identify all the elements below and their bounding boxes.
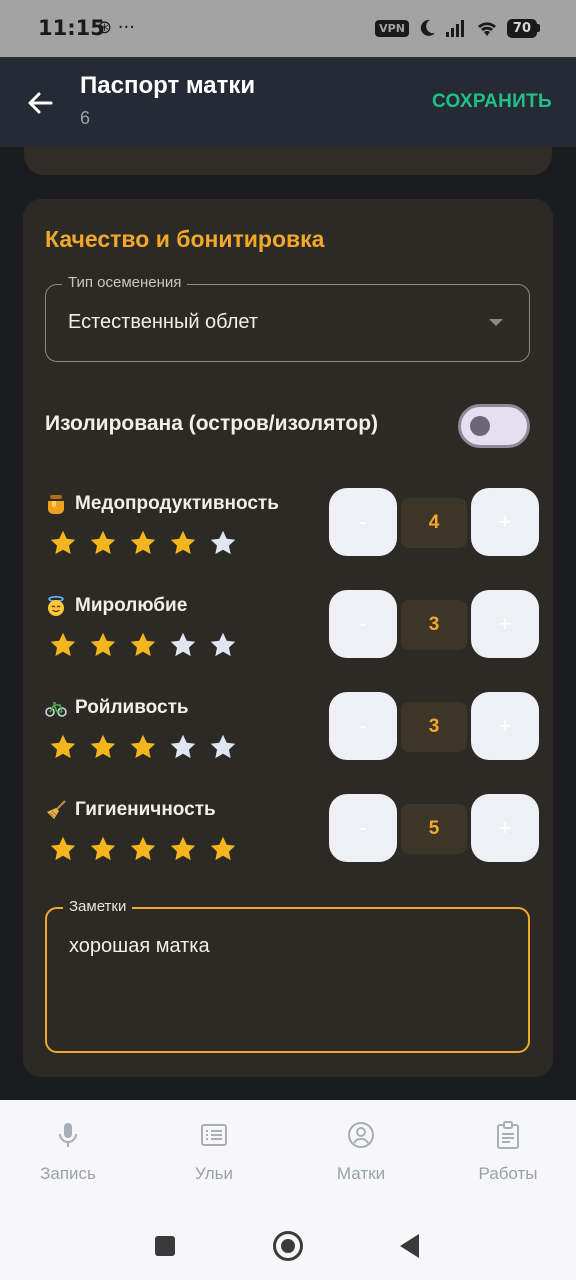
nav-label: Матки: [336, 1164, 386, 1183]
star-filled-icon[interactable]: [89, 631, 117, 659]
notification-icons: ⊛ ···: [97, 17, 135, 38]
trait-row: Медопродуктивность - 4 +: [45, 488, 541, 573]
increment-button[interactable]: +: [471, 692, 539, 760]
card-title: Качество и бонитировка: [45, 226, 325, 252]
star-filled-icon[interactable]: [129, 529, 157, 557]
isolated-switch[interactable]: [458, 404, 530, 448]
moon-icon: [420, 19, 435, 36]
nav-item-works[interactable]: Работы: [448, 1120, 568, 1184]
decrement-button[interactable]: -: [329, 590, 397, 658]
star-rating[interactable]: [49, 835, 237, 863]
save-button[interactable]: СОХРАНИТЬ: [432, 91, 552, 113]
trait-name: Гигиеничность: [75, 799, 216, 820]
increment-button[interactable]: +: [471, 488, 539, 556]
star-filled-icon[interactable]: [89, 529, 117, 557]
star-empty-icon[interactable]: [169, 631, 197, 659]
home-button[interactable]: [273, 1231, 303, 1261]
insemination-select[interactable]: Тип осеменения Естественный облет: [45, 274, 530, 362]
page-title: Паспорт матки: [80, 72, 256, 99]
battery-icon: 70: [506, 18, 540, 38]
content-scroll[interactable]: Качество и бонитировка Тип осеменения Ес…: [0, 147, 576, 1100]
decrement-button[interactable]: -: [329, 488, 397, 556]
star-filled-icon[interactable]: [49, 631, 77, 659]
star-filled-icon[interactable]: [89, 733, 117, 761]
signal-icon: [445, 20, 464, 37]
angel-face-icon: [45, 595, 67, 617]
increment-button[interactable]: +: [471, 794, 539, 862]
insemination-label: Тип осеменения: [62, 274, 188, 291]
arrow-back-icon: [28, 92, 53, 114]
honey-pot-icon: [45, 493, 67, 515]
isolated-row: Изолирована (остров/изолятор): [45, 404, 530, 448]
trait-name: Медопродуктивность: [75, 493, 279, 514]
star-empty-icon[interactable]: [209, 529, 237, 557]
star-filled-icon[interactable]: [169, 835, 197, 863]
dropdown-arrow-icon: [489, 319, 503, 326]
microphone-icon: [59, 1123, 77, 1147]
app-bar: Паспорт матки 6 СОХРАНИТЬ: [0, 57, 576, 147]
previous-card: [24, 147, 552, 175]
bicycle-icon: [45, 697, 67, 719]
trait-row: Ройливость - 3 +: [45, 692, 541, 777]
broom-icon: [45, 799, 67, 821]
back-button[interactable]: [20, 83, 60, 123]
star-empty-icon[interactable]: [209, 733, 237, 761]
quality-card: Качество и бонитировка Тип осеменения Ес…: [23, 199, 553, 1077]
nav-item-queens[interactable]: Матки: [301, 1120, 421, 1184]
wifi-icon: [477, 22, 496, 36]
status-bar: 11:15 ⊛ ··· VPN 70: [0, 0, 576, 57]
nav-label: Работы: [478, 1164, 538, 1183]
rating-value: 3: [401, 702, 467, 752]
star-filled-icon[interactable]: [49, 835, 77, 863]
system-navigation: [0, 1210, 576, 1280]
star-empty-icon[interactable]: [169, 733, 197, 761]
star-filled-icon[interactable]: [209, 835, 237, 863]
insemination-value: Естественный облет: [68, 311, 259, 333]
star-filled-icon[interactable]: [129, 835, 157, 863]
star-filled-icon[interactable]: [129, 631, 157, 659]
system-back-button[interactable]: [400, 1234, 419, 1258]
vpn-icon: VPN: [375, 19, 409, 37]
nav-label: Запись: [40, 1164, 96, 1183]
rating-value: 5: [401, 804, 467, 854]
notes-label: Заметки: [63, 898, 133, 915]
rating-value: 3: [401, 600, 467, 650]
page-subtitle: 6: [80, 108, 91, 128]
nav-item-hives[interactable]: Ульи: [154, 1120, 274, 1184]
star-filled-icon[interactable]: [49, 529, 77, 557]
star-filled-icon[interactable]: [129, 733, 157, 761]
star-filled-icon[interactable]: [89, 835, 117, 863]
notes-value: хорошая матка: [69, 935, 210, 957]
star-rating[interactable]: [49, 631, 237, 659]
star-filled-icon[interactable]: [169, 529, 197, 557]
star-filled-icon[interactable]: [49, 733, 77, 761]
decrement-button[interactable]: -: [329, 794, 397, 862]
clipboard-icon: [497, 1121, 519, 1149]
rating-value: 4: [401, 498, 467, 548]
isolated-label: Изолирована (остров/изолятор): [45, 412, 379, 435]
trait-name: Ройливость: [75, 697, 189, 718]
nav-label: Ульи: [195, 1164, 233, 1183]
star-empty-icon[interactable]: [209, 631, 237, 659]
recents-button[interactable]: [155, 1236, 175, 1256]
battery-level: 70: [506, 18, 537, 38]
list-icon: [201, 1124, 227, 1146]
increment-button[interactable]: +: [471, 590, 539, 658]
account-circle-icon: [348, 1122, 374, 1148]
decrement-button[interactable]: -: [329, 692, 397, 760]
trait-name: Миролюбие: [75, 595, 188, 616]
star-rating[interactable]: [49, 733, 237, 761]
nav-item-record[interactable]: Запись: [8, 1120, 128, 1184]
trait-row: Миролюбие - 3 +: [45, 590, 541, 675]
star-rating[interactable]: [49, 529, 237, 557]
notes-field[interactable]: Заметки хорошая матка: [45, 898, 530, 1053]
trait-row: Гигиеничность - 5 +: [45, 794, 541, 879]
bottom-navigation: Запись Ульи Матки Работы: [0, 1100, 576, 1210]
switch-knob: [470, 416, 490, 436]
status-time: 11:15: [38, 16, 105, 40]
status-right-icons: VPN 70: [375, 16, 540, 40]
